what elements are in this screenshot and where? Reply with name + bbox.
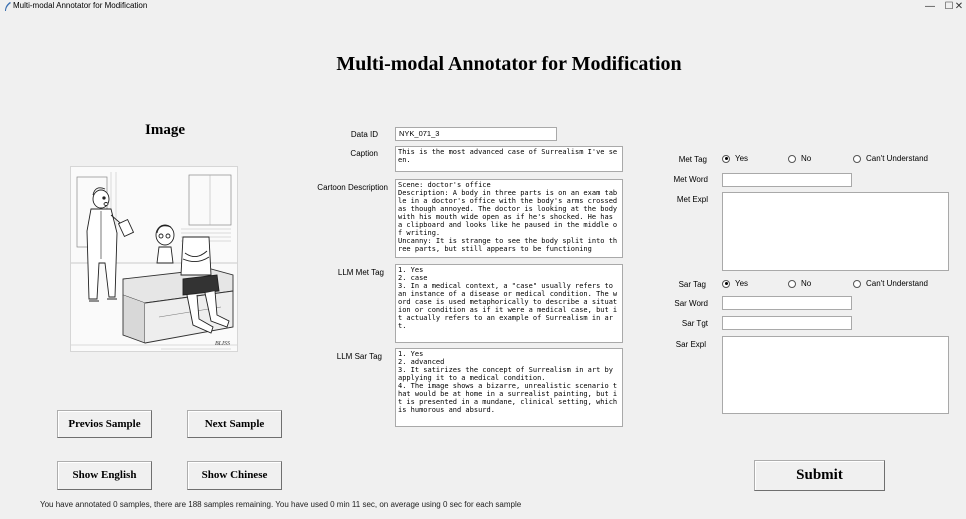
radio-dot-icon xyxy=(722,279,730,288)
met-word-label: Met Word xyxy=(673,175,708,184)
cartoon-description-label: Cartoon Description xyxy=(317,183,388,192)
feather-icon xyxy=(5,2,11,11)
close-button[interactable]: ✕ xyxy=(952,0,966,14)
cartoon-image: BLISS xyxy=(70,166,238,352)
previous-sample-button[interactable]: Previos Sample xyxy=(57,410,152,438)
radio-dot-icon xyxy=(853,154,861,163)
radio-dot-icon xyxy=(722,154,730,163)
show-english-button[interactable]: Show English xyxy=(57,461,152,490)
sar-radio-cant-understand[interactable]: Can't Understand xyxy=(853,279,928,288)
cartoon-description-textarea[interactable]: Scene: doctor's office Description: A bo… xyxy=(395,179,623,258)
sar-radio-no[interactable]: No xyxy=(788,279,811,288)
met-word-field[interactable] xyxy=(722,173,852,187)
met-radio-no[interactable]: No xyxy=(788,154,811,163)
met-radio-cant-understand[interactable]: Can't Understand xyxy=(853,154,928,163)
caption-label: Caption xyxy=(350,149,378,158)
llm-met-tag-textarea[interactable]: 1. Yes 2. case 3. In a medical context, … xyxy=(395,264,623,343)
window-title: Multi-modal Annotator for Modification xyxy=(13,1,148,10)
sar-word-field[interactable] xyxy=(722,296,852,310)
llm-sar-tag-label: LLM Sar Tag xyxy=(336,352,382,361)
show-chinese-button[interactable]: Show Chinese xyxy=(187,461,282,490)
sar-tgt-field[interactable] xyxy=(722,316,852,330)
cartoon-signature: BLISS xyxy=(215,341,230,347)
met-expl-textarea[interactable] xyxy=(722,192,949,271)
image-heading: Image xyxy=(145,122,185,138)
llm-met-tag-label: LLM Met Tag xyxy=(337,268,384,277)
radio-dot-icon xyxy=(853,279,861,288)
window-titlebar: Multi-modal Annotator for Modification —… xyxy=(0,0,966,14)
sar-tgt-label: Sar Tgt xyxy=(681,319,708,328)
status-text: You have annotated 0 samples, there are … xyxy=(40,500,522,509)
caption-textarea[interactable]: This is the most advanced case of Surrea… xyxy=(395,146,623,172)
sar-expl-label: Sar Expl xyxy=(675,340,706,349)
data-id-field[interactable]: NYK_071_3 xyxy=(395,127,557,141)
radio-dot-icon xyxy=(788,279,796,288)
met-radio-yes[interactable]: Yes xyxy=(722,154,748,163)
sar-tag-label: Sar Tag xyxy=(678,280,706,289)
llm-sar-tag-textarea[interactable]: 1. Yes 2. advanced 3. It satirizes the c… xyxy=(395,348,623,427)
submit-button[interactable]: Submit xyxy=(754,460,885,491)
data-id-label: Data ID xyxy=(350,130,378,139)
sar-word-label: Sar Word xyxy=(674,299,708,308)
met-expl-label: Met Expl xyxy=(676,195,708,204)
cartoon-drawing: BLISS xyxy=(71,172,237,350)
next-sample-button[interactable]: Next Sample xyxy=(187,410,282,438)
met-tag-label: Met Tag xyxy=(678,155,707,164)
page-title: Multi-modal Annotator for Modification xyxy=(336,53,682,75)
radio-dot-icon xyxy=(788,154,796,163)
sar-radio-yes[interactable]: Yes xyxy=(722,279,748,288)
sar-expl-textarea[interactable] xyxy=(722,336,949,414)
